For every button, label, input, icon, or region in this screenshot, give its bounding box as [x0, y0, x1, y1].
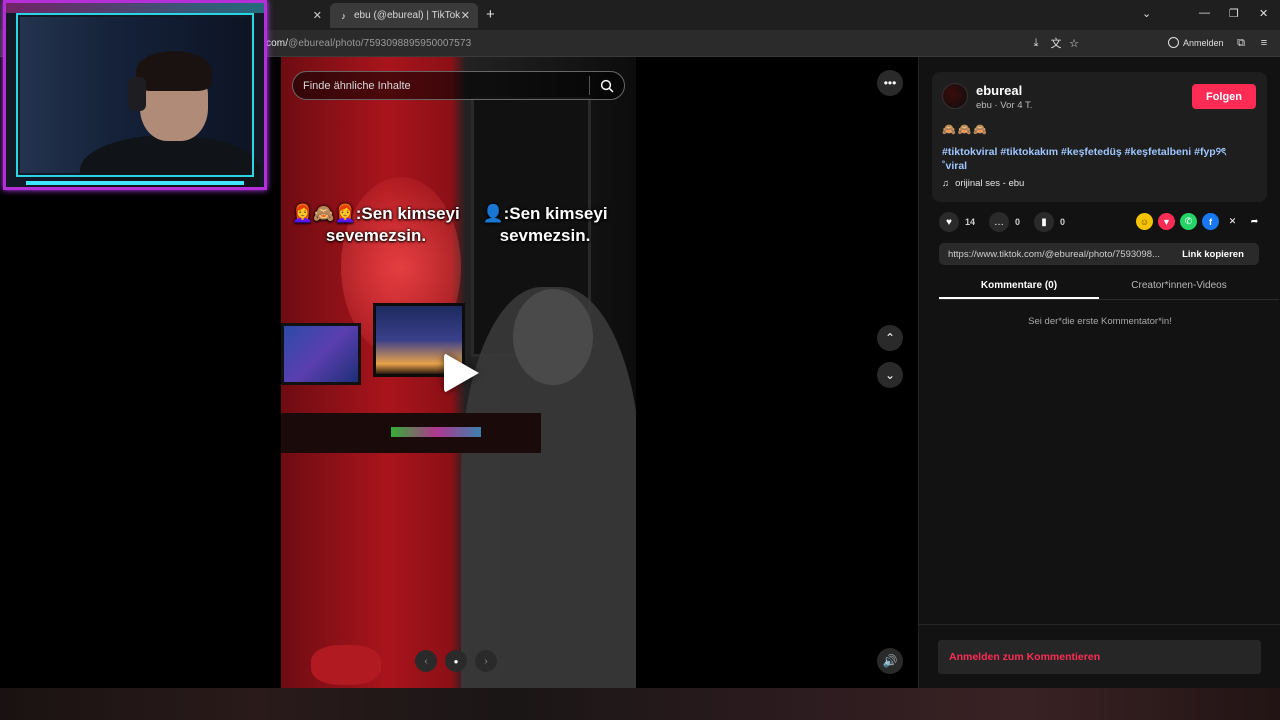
tab-list-chevron-icon[interactable]: ⌄ [1142, 7, 1151, 20]
photo-pager: ‹ ● › [415, 650, 497, 672]
save-count: 0 [1060, 217, 1066, 227]
post-side-panel: ebureal ebu · Vor 4 T. Folgen 🙈🙈🙈 #tikto… [918, 57, 1280, 688]
username[interactable]: ebureal [976, 83, 1022, 98]
search-input[interactable] [293, 79, 589, 92]
photo-caption-left: 👩‍🦰🙈👩‍🦰:Sen kimseyi sevemezsin. [292, 204, 460, 245]
menu-icon[interactable]: ≡ [1257, 36, 1271, 50]
bookmark-star-icon[interactable]: ☆ [1067, 36, 1081, 50]
webcam-overlay [3, 0, 267, 190]
copy-link-button[interactable]: Link kopieren [1167, 249, 1259, 260]
save-button[interactable]: ▮ 0 [1034, 212, 1065, 232]
more-options-icon[interactable]: ••• [877, 70, 903, 96]
share-x-icon[interactable]: ✕ [1224, 213, 1241, 230]
webcam-frame [16, 13, 254, 177]
close-tab-icon[interactable]: ✕ [313, 9, 322, 22]
similar-content-search [292, 71, 625, 100]
photo-rgb-keyboard [391, 427, 481, 437]
play-icon[interactable] [444, 353, 479, 393]
avatar[interactable] [942, 83, 968, 109]
next-video-chevron-down-icon[interactable]: ⌄ [877, 362, 903, 388]
next-photo-chevron-icon[interactable]: › [475, 650, 497, 672]
translate-icon[interactable]: 文 [1049, 36, 1063, 50]
webcam-glow [6, 3, 264, 13]
browser-tab-inactive[interactable]: ✕ [268, 3, 330, 28]
music-title: orijinal ses - ebu [955, 178, 1025, 189]
comment-login-bar: Anmelden zum Kommentieren [919, 624, 1280, 688]
login-to-comment-button[interactable]: Anmelden zum Kommentieren [938, 640, 1261, 674]
music-link[interactable]: ♫ orijinal ses - ebu [942, 178, 1024, 189]
url-text[interactable]: com/@ebureal/photo/7593098895950007573 [266, 38, 471, 49]
share-repost-icon[interactable]: ▼ [1158, 213, 1175, 230]
post-info-card: ebureal ebu · Vor 4 T. Folgen 🙈🙈🙈 #tikto… [932, 72, 1267, 202]
share-buttons: ☺ ▼ ✆ f ✕ ➦ [1136, 213, 1263, 230]
like-count: 14 [965, 217, 976, 227]
post-emojis: 🙈🙈🙈 [942, 124, 990, 136]
restore-icon[interactable]: ❐ [1229, 7, 1239, 20]
photo-person-head [513, 289, 593, 385]
share-whatsapp-icon[interactable]: ✆ [1180, 213, 1197, 230]
close-window-icon[interactable]: ✕ [1259, 7, 1268, 20]
photo-pager-dot[interactable]: ● [445, 650, 467, 672]
tab-title-active: ebu (@ebureal) | TikTok [354, 10, 461, 21]
url-host: com/ [266, 38, 289, 49]
browser-tab-active[interactable]: ♪ ebu (@ebureal) | TikTok ✕ [330, 3, 478, 28]
bookmark-icon: ▮ [1034, 212, 1055, 232]
profile-icon [1168, 37, 1179, 48]
post-link-box: https://www.tiktok.com/@ebureal/photo/75… [939, 243, 1259, 265]
heart-icon: ♥ [939, 212, 959, 232]
post-hashtags[interactable]: #tiktokviral #tiktokakım #keşfetedüş #ke… [942, 145, 1242, 173]
music-note-icon: ♫ [942, 178, 950, 189]
engagement-actions: ♥ 14 … 0 ▮ 0 [939, 211, 1079, 233]
extensions-icon[interactable]: ⧉ [1234, 36, 1248, 50]
share-emoji-icon[interactable]: ☺ [1136, 213, 1153, 230]
comment-button[interactable]: … 0 [989, 212, 1020, 232]
comment-count: 0 [1015, 217, 1021, 227]
previous-photo-chevron-icon[interactable]: ‹ [415, 650, 437, 672]
post-meta: ebu · Vor 4 T. [976, 100, 1033, 111]
search-button[interactable] [590, 72, 624, 99]
webcam-glow-bottom [26, 181, 244, 185]
comment-bubble-icon: … [989, 212, 1010, 232]
photo-hand [311, 645, 381, 685]
volume-icon[interactable]: 🔊 [877, 648, 903, 674]
tiktok-favicon-icon: ♪ [341, 10, 346, 21]
install-app-icon[interactable]: ⤓ [1029, 36, 1043, 50]
like-button[interactable]: ♥ 14 [939, 212, 975, 232]
tab-comments[interactable]: Kommentare (0) [939, 275, 1099, 299]
background-strip [0, 688, 1280, 720]
follow-button[interactable]: Folgen [1192, 84, 1256, 109]
new-tab-icon[interactable]: + [486, 6, 495, 23]
close-tab-icon[interactable]: ✕ [461, 9, 470, 22]
tab-creator-videos[interactable]: Creator*innen-Videos [1099, 275, 1259, 299]
share-more-arrow-icon[interactable]: ➦ [1246, 213, 1263, 230]
minimize-icon[interactable]: — [1199, 7, 1210, 19]
photo-caption-right: 👤:Sen kimseyi sevmezsin. [482, 204, 608, 245]
empty-comments-message: Sei der*die erste Kommentator*in! [1028, 316, 1172, 327]
signin-label: Anmelden [1183, 37, 1224, 48]
photo-monitor-left [281, 323, 361, 385]
search-icon [600, 79, 614, 93]
share-facebook-icon[interactable]: f [1202, 213, 1219, 230]
url-path: @ebureal/photo/7593098895950007573 [288, 38, 472, 49]
post-link-text[interactable]: https://www.tiktok.com/@ebureal/photo/75… [939, 249, 1167, 260]
comments-tabs: Kommentare (0) Creator*innen-Videos [939, 275, 1279, 300]
previous-video-chevron-up-icon[interactable]: ⌃ [877, 325, 903, 351]
profile-signin-button[interactable]: Anmelden [1168, 37, 1224, 48]
